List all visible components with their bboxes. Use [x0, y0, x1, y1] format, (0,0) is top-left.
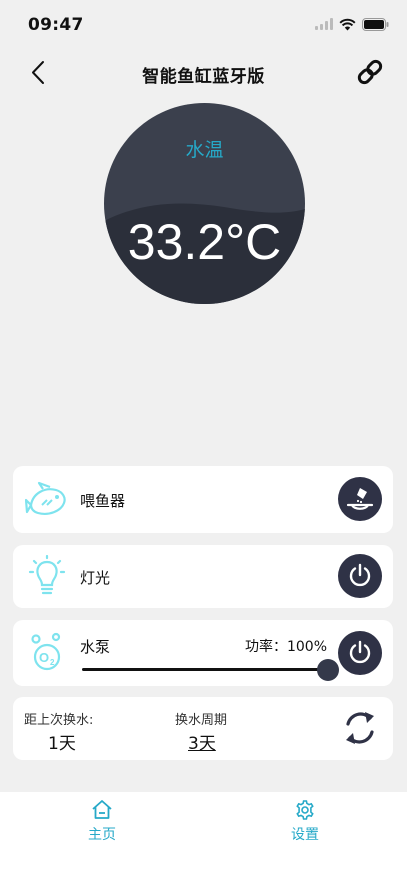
pump-label: 水泵 [80, 638, 111, 656]
pump-power-slider[interactable] [82, 658, 339, 682]
fish-icon [25, 481, 66, 515]
light-power-button[interactable] [338, 554, 382, 598]
change-cycle-value[interactable]: 3天 [188, 729, 216, 754]
tab-settings-label: 设置 [291, 827, 319, 843]
pump-power-text: 功率：100% [244, 639, 327, 655]
slider-track [82, 668, 328, 671]
refresh-icon [346, 712, 374, 744]
pump-power-button[interactable] [338, 631, 382, 675]
svg-text:2: 2 [50, 658, 55, 667]
light-card: 灯光 [13, 545, 393, 608]
bluetooth-link-button[interactable] [355, 57, 385, 87]
temperature-value: 33.2°C [127, 214, 282, 270]
tab-bar: 主页 设置 [0, 792, 407, 883]
change-cycle-label: 换水周期 [175, 713, 228, 728]
light-label: 灯光 [80, 569, 111, 587]
signal-icon [315, 18, 333, 30]
feeding-bowl-icon [346, 488, 374, 510]
svg-text:O: O [39, 650, 49, 665]
page-title: 智能鱼缸蓝牙版 [142, 67, 265, 87]
water-temperature-gauge: 水温 33.2°C [104, 103, 305, 304]
wifi-icon [339, 18, 356, 30]
oxygen-pump-icon: O 2 [31, 632, 61, 671]
status-bar: 09:47 [0, 0, 407, 50]
feed-button[interactable] [338, 477, 382, 521]
days-since-change-label: 距上次换水: [24, 713, 94, 728]
feeder-label: 喂鱼器 [80, 492, 126, 510]
status-icons [315, 16, 389, 32]
tab-home-label: 主页 [88, 827, 116, 843]
gear-icon [296, 800, 314, 820]
feeder-card: 喂鱼器 [13, 466, 393, 533]
home-icon [92, 800, 112, 819]
water-change-card: 距上次换水: 1天 换水周期 3天 [13, 697, 393, 760]
power-icon [349, 563, 371, 587]
status-time: 09:47 [28, 15, 84, 35]
power-icon [349, 640, 371, 664]
slider-thumb[interactable] [317, 659, 339, 681]
light-bulb-icon [28, 555, 66, 595]
tab-settings[interactable]: 设置 [265, 797, 345, 847]
water-change-reset-button[interactable] [339, 707, 381, 749]
pump-card: O 2 水泵 功率：100% [13, 620, 393, 686]
tab-home[interactable]: 主页 [62, 797, 142, 847]
battery-icon [362, 17, 389, 31]
days-since-change-value: 1天 [48, 734, 76, 754]
link-icon [357, 59, 383, 85]
nav-bar: 智能鱼缸蓝牙版 [0, 50, 407, 94]
gauge-background [104, 103, 305, 304]
gauge-label: 水温 [185, 139, 224, 161]
